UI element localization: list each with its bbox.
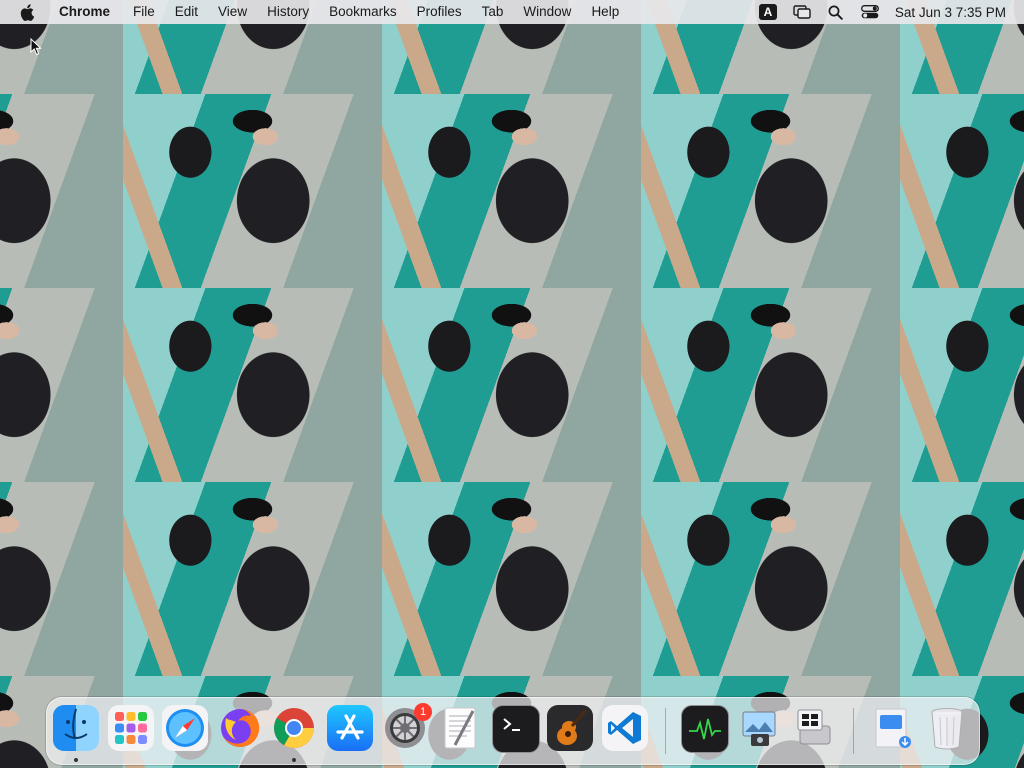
menubar-clock[interactable]: Sat Jun 3 7:35 PM xyxy=(887,5,1024,20)
chrome-running-indicator xyxy=(292,758,296,762)
terminal-icon[interactable] xyxy=(492,705,540,753)
desktop-wallpaper xyxy=(0,0,1024,768)
dock-separator xyxy=(665,708,666,754)
preview-icon[interactable] xyxy=(736,705,782,751)
dock-separator xyxy=(853,708,854,754)
notification-badge: 1 xyxy=(414,703,432,721)
menu-extras: A Sat Jun 3 7:35 PM xyxy=(751,0,1024,24)
spotlight-search-icon[interactable] xyxy=(825,0,847,24)
menu-edit[interactable]: Edit xyxy=(165,0,208,24)
dock: 1 xyxy=(46,697,980,765)
menu-view[interactable]: View xyxy=(208,0,257,24)
menu-file[interactable]: File xyxy=(123,0,165,24)
mouse-pointer-icon xyxy=(30,37,42,61)
menu-app-name[interactable]: Chrome xyxy=(51,0,123,24)
trash-icon[interactable] xyxy=(924,705,970,751)
menu-help[interactable]: Help xyxy=(581,0,629,24)
screen-mirroring-icon[interactable] xyxy=(791,0,813,24)
garageband-icon[interactable] xyxy=(547,705,593,751)
system-preferences-icon[interactable]: 1 xyxy=(382,703,432,751)
chrome-icon[interactable] xyxy=(271,705,317,751)
safari-icon[interactable] xyxy=(162,705,208,751)
finder-icon[interactable] xyxy=(53,705,99,751)
launchpad-icon[interactable] xyxy=(108,705,154,751)
activity-monitor-icon[interactable] xyxy=(681,705,729,753)
menu-history[interactable]: History xyxy=(257,0,319,24)
app-store-icon[interactable] xyxy=(327,705,373,751)
boot-camp-icon[interactable] xyxy=(791,705,837,751)
apple-icon[interactable] xyxy=(17,0,37,24)
textedit-icon[interactable] xyxy=(437,705,483,751)
menu-window[interactable]: Window xyxy=(513,0,581,24)
menu-profiles[interactable]: Profiles xyxy=(407,0,472,24)
finder-running-indicator xyxy=(74,758,78,762)
input-source-label: A xyxy=(758,4,777,20)
vscode-icon[interactable] xyxy=(602,705,648,751)
menu-bar: Chrome File Edit View History Bookmarks … xyxy=(0,0,1024,24)
menu-bookmarks[interactable]: Bookmarks xyxy=(319,0,407,24)
downloads-stack-icon[interactable] xyxy=(869,705,915,751)
input-source-icon[interactable]: A xyxy=(757,0,779,24)
control-center-icon[interactable] xyxy=(859,0,881,24)
firefox-icon[interactable] xyxy=(217,705,263,751)
menu-tab[interactable]: Tab xyxy=(472,0,514,24)
